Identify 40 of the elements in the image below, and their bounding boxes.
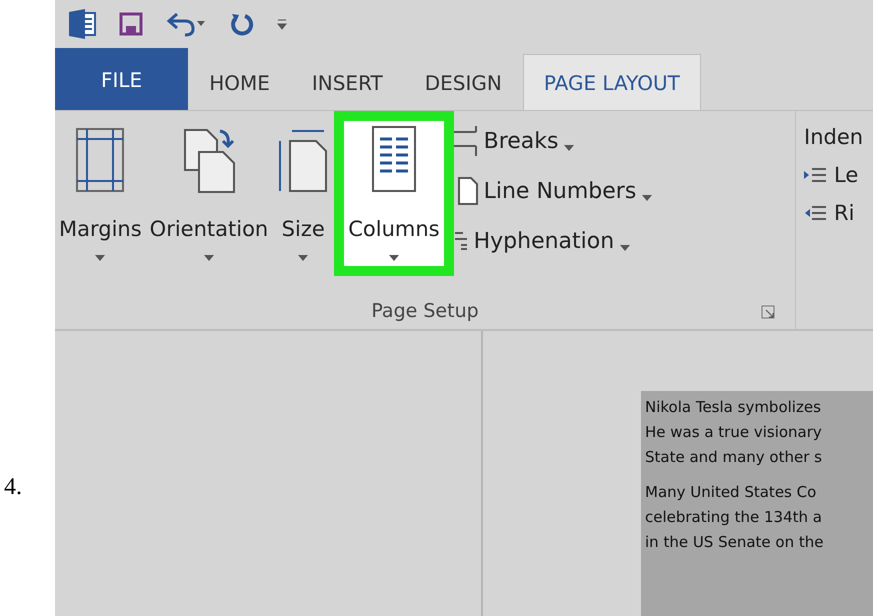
save-icon[interactable]: [119, 12, 143, 36]
orientation-button[interactable]: Orientation: [146, 111, 272, 293]
indent-field[interactable]: Le: [804, 163, 864, 187]
ribbon-tab[interactable]: HOME: [188, 54, 291, 110]
caret-icon: [388, 255, 399, 261]
indent-icon: [804, 205, 826, 221]
hyphenation-icon: [454, 232, 468, 250]
dialog-launcher-icon[interactable]: [761, 305, 775, 319]
step-number: 4.: [3, 474, 22, 501]
margins-button[interactable]: Margins: [55, 111, 146, 293]
caret-icon: [298, 255, 308, 261]
line-numbers-button[interactable]: Line Numbers: [454, 173, 652, 209]
group-title: Inden: [804, 125, 864, 149]
caret-icon: [564, 145, 574, 151]
document-text: State and many other s: [645, 447, 823, 468]
breaks-button[interactable]: Breaks: [454, 123, 652, 159]
caret-icon: [204, 255, 214, 261]
indent-field[interactable]: Ri: [804, 201, 864, 225]
customize-icon[interactable]: [277, 18, 287, 30]
size-button[interactable]: Size: [272, 111, 334, 293]
document-text: Many United States Co: [645, 482, 818, 503]
file-tab[interactable]: FILE: [55, 48, 188, 110]
caret-icon: [95, 255, 106, 261]
hyphenation-button[interactable]: Hyphenation: [454, 223, 652, 259]
ribbon-tab[interactable]: INSERT: [290, 54, 404, 110]
redo-icon[interactable]: [229, 11, 255, 37]
columns-button[interactable]: Columns: [334, 111, 454, 276]
indent-icon: [804, 167, 826, 183]
document-text: celebrating the 134th a: [645, 507, 823, 528]
group-label: Page Setup: [371, 300, 479, 322]
word-logo-icon[interactable]: [67, 9, 97, 39]
document-text: in the US Senate on the: [645, 532, 824, 553]
breaks-icon: [454, 126, 478, 156]
document-text: Nikola Tesla symbolizes: [645, 397, 822, 418]
caret-icon: [642, 195, 652, 201]
document-text: He was a true visionary: [645, 422, 823, 443]
ribbon-tab[interactable]: DESIGN: [404, 54, 523, 110]
caret-icon: [620, 245, 630, 251]
undo-icon[interactable]: [165, 11, 207, 37]
ribbon-tab[interactable]: PAGE LAYOUT: [522, 54, 701, 110]
